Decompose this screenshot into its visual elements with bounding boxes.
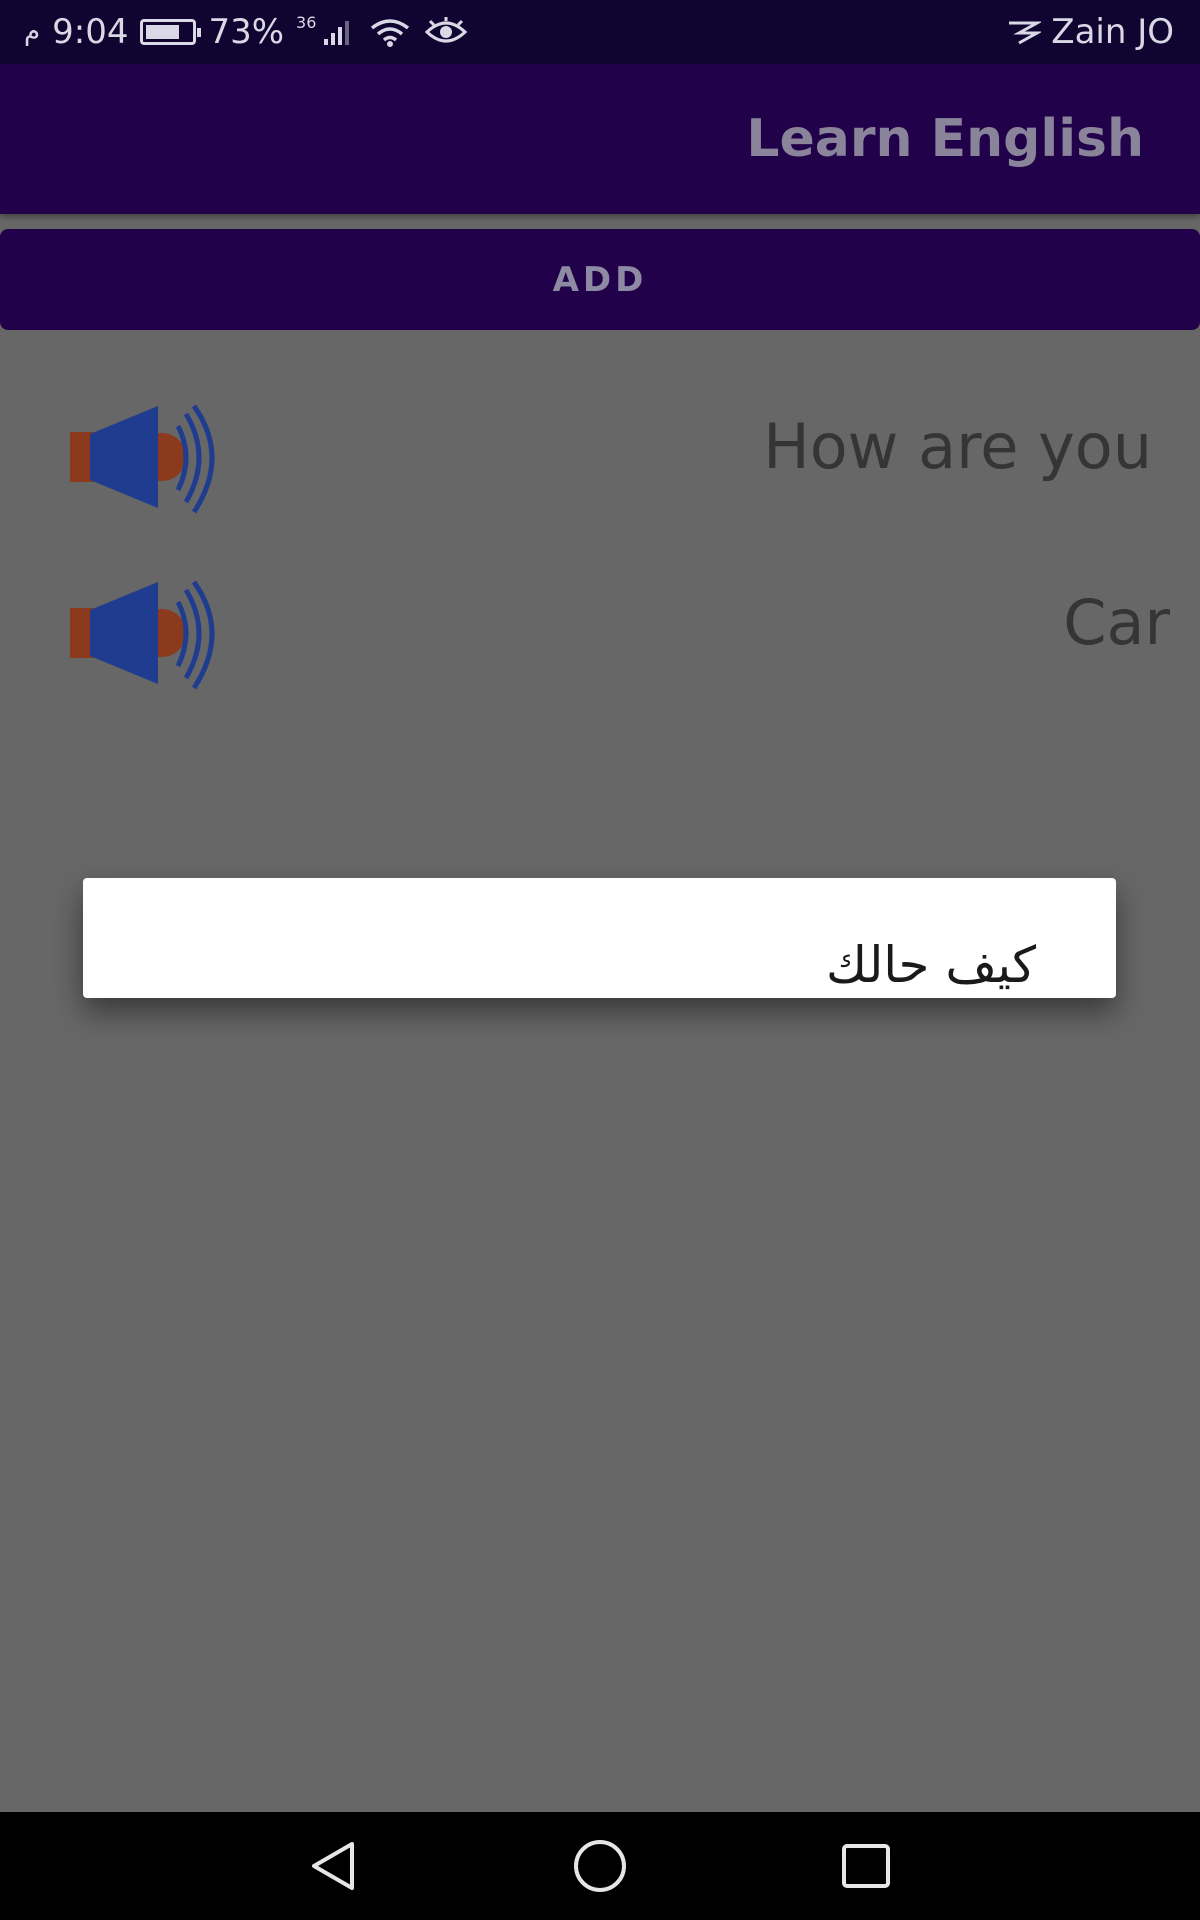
eye-icon <box>425 17 468 43</box>
time-period: م <box>24 17 41 47</box>
speaker-icon <box>70 404 215 514</box>
navigation-bar <box>0 1812 1200 1920</box>
recent-apps-icon <box>842 1844 890 1888</box>
translation-text: كيف حالك <box>825 936 1036 994</box>
status-left-group: م 9:04 73% 36 <box>24 0 468 64</box>
add-button[interactable]: ADD <box>0 229 1200 330</box>
speaker-button[interactable] <box>66 404 232 516</box>
home-icon <box>574 1840 626 1892</box>
clock: 9:04 <box>52 12 129 52</box>
battery-icon <box>140 19 202 45</box>
status-right-group: Zain JO <box>1007 0 1174 64</box>
word-text: How are you <box>763 410 1152 483</box>
battery-fill <box>146 25 179 39</box>
app-bar: Learn English <box>0 64 1200 214</box>
back-button[interactable] <box>302 1834 366 1898</box>
wifi-icon <box>371 19 410 47</box>
speaker-icon <box>70 580 215 690</box>
word-text: Car <box>1063 586 1170 659</box>
status-bar: م 9:04 73% 36 Zain JO <box>0 0 1200 64</box>
back-icon <box>312 1842 354 1890</box>
list-item[interactable]: How are you <box>0 380 1200 540</box>
recent-apps-button[interactable] <box>834 1834 898 1898</box>
battery-percent: 73% <box>208 12 285 52</box>
carrier-name: Zain JO <box>1051 12 1174 52</box>
list-item[interactable]: Car <box>0 556 1200 716</box>
signal-icon <box>324 21 350 45</box>
speaker-button[interactable] <box>66 580 232 692</box>
home-button[interactable] <box>568 1834 632 1898</box>
carrier-logo-icon <box>1009 21 1042 45</box>
network-type: 36 <box>296 12 317 32</box>
translation-popup: كيف حالك <box>83 878 1116 998</box>
app-title: Learn English <box>746 109 1144 169</box>
